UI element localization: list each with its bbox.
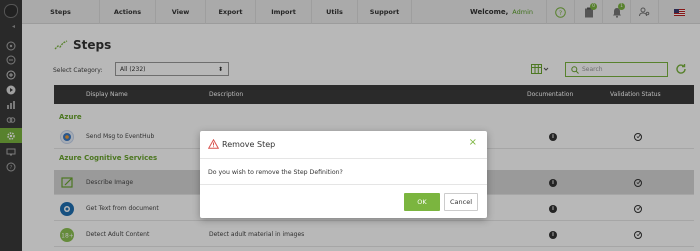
dialog-title: Remove Step (222, 140, 276, 149)
dialog-divider (200, 184, 487, 185)
close-icon[interactable]: × (469, 138, 477, 148)
ok-button[interactable]: OK (404, 193, 440, 211)
dialog-message: Do you wish to remove the Step Definitio… (208, 169, 343, 176)
app-root: ◂ ? Steps Actions View Export Import Uti… (0, 0, 700, 251)
warning-icon (208, 139, 219, 149)
remove-step-dialog: Remove Step × Do you wish to remove the … (200, 131, 487, 218)
dialog-header: Remove Step × (200, 131, 487, 159)
cancel-button[interactable]: Cancel (444, 193, 478, 211)
